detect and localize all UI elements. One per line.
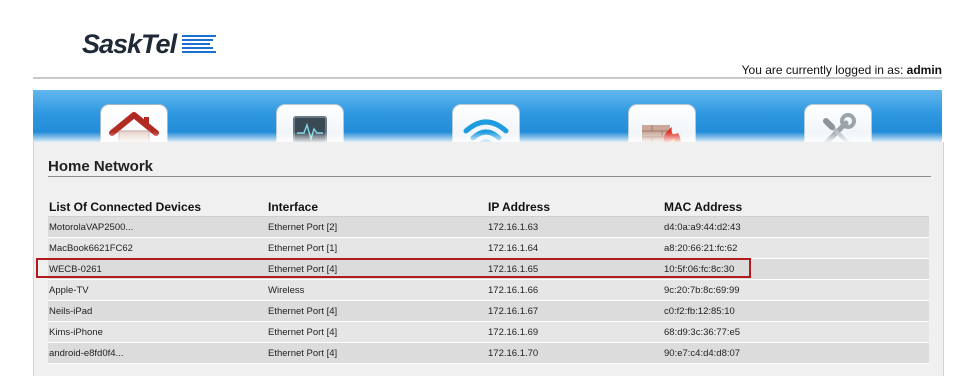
device-ip: 172.16.1.66 [488,284,539,296]
tab-wireless[interactable] [452,104,520,142]
device-name: Kims-iPhone [49,326,103,338]
device-mac: d4:0a:a9:44:d2:43 [664,221,741,233]
device-interface: Ethernet Port [4] [268,326,338,338]
login-prefix: You are currently logged in as: [741,63,904,77]
device-mac: a8:20:66:21:fc:62 [664,242,738,254]
login-status: You are currently logged in as: admin [742,63,942,77]
brand-name: SaskTel [82,28,177,59]
device-name: MotorolaVAP2500... [49,221,134,233]
device-interface: Ethernet Port [4] [268,347,338,359]
table-row: WECB-0261 Ethernet Port [4] 172.16.1.65 … [48,259,929,280]
device-interface: Wireless [268,284,305,296]
device-mac: 68:d9:3c:36:77:e5 [664,326,741,338]
device-mac: 9c:20:7b:8c:69:99 [664,284,740,296]
login-username: admin [906,63,942,77]
device-mac: 10:5f:06:fc:8c:30 [664,263,735,275]
header-mac-address: MAC Address [664,199,743,214]
tab-home[interactable] [100,104,168,142]
device-name: Apple-TV [49,284,89,296]
page-title: Home Network [48,158,154,175]
header-interface: Interface [268,199,319,214]
table-row: android-e8fd0f4... Ethernet Port [4] 172… [48,343,929,364]
firewall-icon [642,125,681,142]
device-ip: 172.16.1.69 [488,326,539,338]
table-row: Neils-iPad Ethernet Port [4] 172.16.1.67… [48,301,929,322]
table-row: MotorolaVAP2500... Ethernet Port [2] 172… [48,217,929,238]
sasktel-logo-icon [182,33,217,55]
monitor-icon [293,116,327,142]
device-ip: 172.16.1.65 [488,263,539,275]
home-icon [109,112,159,142]
device-mac: c0:f2:fb:12:85:10 [664,305,735,317]
device-interface: Ethernet Port [4] [268,305,338,317]
device-interface: Ethernet Port [2] [268,221,338,233]
device-ip: 172.16.1.63 [488,221,539,233]
header-devices: List Of Connected Devices [49,199,202,214]
device-name: MacBook6621FC62 [49,242,133,254]
connected-devices-table: List Of Connected Devices Interface IP A… [48,197,929,364]
header-divider [33,77,942,79]
header-ip-address: IP Address [488,199,551,214]
tab-firewall[interactable] [628,104,696,142]
home-network-panel: Home Network List Of Connected Devices I… [33,142,944,376]
tab-status[interactable] [276,104,344,142]
sasktel-logo: SaskTel [82,28,217,60]
device-ip: 172.16.1.64 [488,242,539,254]
device-interface: Ethernet Port [1] [268,242,338,254]
table-body: MotorolaVAP2500... Ethernet Port [2] 172… [48,217,929,364]
main-nav [33,90,942,142]
device-interface: Ethernet Port [4] [268,263,338,275]
table-row: MacBook6621FC62 Ethernet Port [1] 172.16… [48,238,929,259]
device-name: android-e8fd0f4... [49,347,124,359]
table-row: Kims-iPhone Ethernet Port [4] 172.16.1.6… [48,322,929,343]
table-row: Apple-TV Wireless 172.16.1.66 9c:20:7b:8… [48,280,929,301]
device-name: Neils-iPad [49,305,93,317]
device-ip: 172.16.1.67 [488,305,539,317]
device-mac: 90:e7:c4:d4:d8:07 [664,347,741,359]
table-header: List Of Connected Devices Interface IP A… [48,197,929,217]
tab-tools[interactable] [804,104,872,142]
device-name: WECB-0261 [49,263,102,275]
device-ip: 172.16.1.70 [488,347,539,359]
title-divider [48,176,931,177]
tools-icon [823,113,856,142]
wireless-icon [463,119,509,142]
